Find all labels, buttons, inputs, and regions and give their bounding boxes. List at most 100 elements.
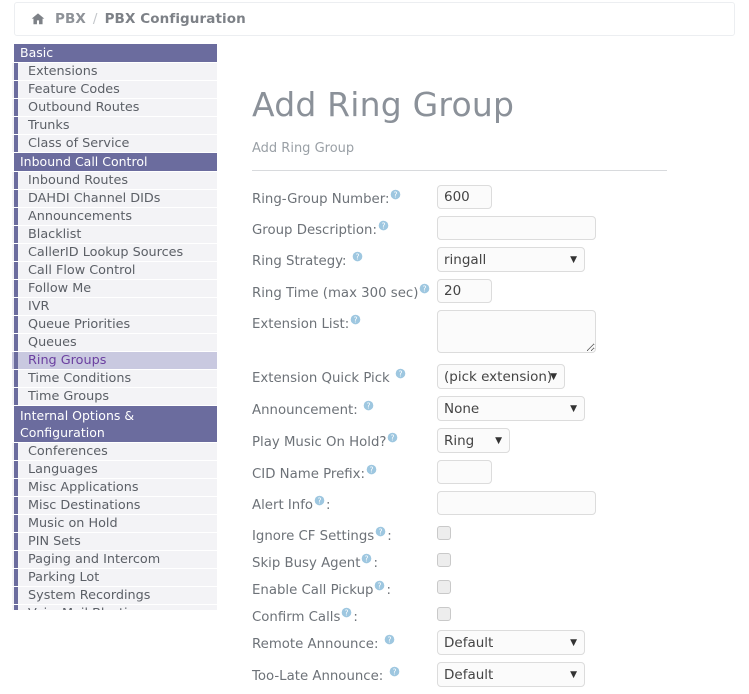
play-music-on-hold-select[interactable]: Ring [437, 428, 510, 453]
remote-announce-select[interactable]: Default [437, 630, 585, 655]
sidebar-item-misc-applications[interactable]: Misc Applications [12, 479, 217, 496]
help-circle-icon[interactable]: ? [341, 607, 352, 618]
help-circle-icon[interactable]: ? [378, 220, 389, 231]
sidebar-item-feature-codes[interactable]: Feature Codes [12, 81, 217, 98]
help-circle-icon[interactable]: ? [395, 368, 406, 379]
help-circle-icon[interactable]: ? [375, 526, 386, 537]
sidebar-item-class-of-service[interactable]: Class of Service [12, 135, 217, 152]
svg-text:?: ? [369, 465, 373, 474]
announcement-select[interactable]: None [437, 396, 585, 421]
sidebar-item-music-on-hold[interactable]: Music on Hold [12, 515, 217, 532]
control-announcement: None ▼ [437, 396, 732, 421]
help-circle-icon[interactable]: ? [384, 634, 395, 645]
sidebar-item-pin-sets[interactable]: PIN Sets [12, 533, 217, 550]
extension-quick-pick-select[interactable]: (pick extension) [437, 364, 565, 389]
label-text: Ring-Group Number: [252, 192, 390, 207]
label-suffix: : [387, 529, 392, 544]
label-enable-call-pickup: Enable Call Pickup?: [252, 576, 437, 598]
sidebar-item-system-recordings[interactable]: System Recordings [12, 587, 217, 604]
svg-text:?: ? [392, 667, 396, 676]
ring-time-input[interactable] [437, 279, 492, 303]
confirm-calls-checkbox[interactable] [437, 607, 451, 621]
help-circle-icon[interactable]: ? [366, 464, 377, 475]
sidebar-item-parking-lot[interactable]: Parking Lot [12, 569, 217, 586]
ring-strategy-select-wrap: ringall ▼ [437, 247, 585, 272]
page-title: Add Ring Group [252, 85, 515, 124]
sidebar-item-ring-groups[interactable]: Ring Groups [12, 352, 217, 369]
help-circle-icon[interactable]: ? [352, 251, 363, 262]
label-text: Confirm Calls [252, 610, 341, 625]
help-circle-icon[interactable]: ? [387, 432, 398, 443]
label-text: Extension List: [252, 317, 350, 332]
group-description-input[interactable] [437, 216, 596, 240]
sidebar-item-ivr[interactable]: IVR [12, 298, 217, 315]
field-row-alert-info: Alert Info?: [252, 491, 732, 515]
svg-text:?: ? [387, 635, 391, 644]
svg-text:?: ? [381, 221, 385, 230]
sidebar-item-call-flow-control[interactable]: Call Flow Control [12, 262, 217, 279]
label-text: Ignore CF Settings [252, 529, 375, 544]
extension-quick-pick-select-wrap: (pick extension) ▼ [437, 364, 565, 389]
sidebar-item-dahdi-channel-dids[interactable]: DAHDI Channel DIDs [12, 190, 217, 207]
sidebar-item-blacklist[interactable]: Blacklist [12, 226, 217, 243]
sidebar-item-conferences[interactable]: Conferences [12, 443, 217, 460]
sidebar-item-queue-priorities[interactable]: Queue Priorities [12, 316, 217, 333]
too-late-announce-select[interactable]: Default [437, 662, 585, 687]
svg-text:?: ? [366, 401, 370, 410]
cid-name-prefix-input[interactable] [437, 460, 492, 484]
sidebar-item-paging-and-intercom[interactable]: Paging and Intercom [12, 551, 217, 568]
label-text: Announcement: [252, 403, 358, 418]
label-remote-announce: Remote Announce: ? [252, 630, 437, 652]
ring-group-number-input[interactable] [437, 185, 492, 209]
extension-list-textarea[interactable] [437, 310, 596, 353]
help-circle-icon[interactable]: ? [419, 283, 430, 294]
control-alert-info [437, 491, 732, 515]
home-icon[interactable] [31, 12, 45, 26]
field-row-announcement: Announcement: ? None ▼ [252, 396, 732, 421]
sidebar-item-time-groups[interactable]: Time Groups [12, 388, 217, 405]
sidebar-item-announcements[interactable]: Announcements [12, 208, 217, 225]
label-announcement: Announcement: ? [252, 396, 437, 418]
ring-strategy-select[interactable]: ringall [437, 247, 585, 272]
field-row-confirm-calls: Confirm Calls?: [252, 603, 732, 625]
label-text: Skip Busy Agent [252, 556, 361, 571]
sidebar-item-queues[interactable]: Queues [12, 334, 217, 351]
help-circle-icon[interactable]: ? [314, 495, 325, 506]
help-circle-icon[interactable]: ? [350, 314, 361, 325]
label-ring-group-number: Ring-Group Number:? [252, 185, 437, 207]
sidebar-item-time-conditions[interactable]: Time Conditions [12, 370, 217, 387]
main-content: Add Ring Group Add Ring Group Ring-Group… [252, 60, 732, 694]
field-row-extension-quick-pick: Extension Quick Pick ? (pick extension) … [252, 364, 732, 389]
field-row-play-music-on-hold: Play Music On Hold?? Ring ▼ [252, 428, 732, 453]
sidebar-item-extensions[interactable]: Extensions [12, 63, 217, 80]
sidebar-item-inbound-routes[interactable]: Inbound Routes [12, 172, 217, 189]
breadcrumb-item-pbx-configuration[interactable]: PBX Configuration [105, 11, 246, 27]
alert-info-input[interactable] [437, 491, 596, 515]
sidebar-item-callerid-lookup-sources[interactable]: CallerID Lookup Sources [12, 244, 217, 261]
help-circle-icon[interactable]: ? [390, 189, 401, 200]
sidebar-item-trunks[interactable]: Trunks [12, 117, 217, 134]
help-circle-icon[interactable]: ? [363, 400, 374, 411]
breadcrumb-separator: / [92, 11, 98, 27]
help-circle-icon[interactable]: ? [389, 666, 400, 677]
svg-text:?: ? [391, 433, 395, 442]
sidebar-item-voicemail-blasting[interactable]: VoiceMail Blasting [12, 605, 217, 610]
label-suffix: : [326, 498, 331, 513]
sidebar-item-languages[interactable]: Languages [12, 461, 217, 478]
breadcrumb-item-pbx[interactable]: PBX [55, 11, 86, 27]
field-row-enable-call-pickup: Enable Call Pickup?: [252, 576, 732, 598]
help-circle-icon[interactable]: ? [374, 580, 385, 591]
enable-call-pickup-checkbox[interactable] [437, 580, 451, 594]
sidebar-section-internal-options-configuration: Internal Options & Configuration [12, 406, 217, 442]
label-suffix: : [353, 610, 358, 625]
label-play-music-on-hold: Play Music On Hold?? [252, 428, 437, 450]
ignore-cf-settings-checkbox[interactable] [437, 526, 451, 540]
sidebar-item-follow-me[interactable]: Follow Me [12, 280, 217, 297]
field-row-ignore-cf-settings: Ignore CF Settings?: [252, 522, 732, 544]
sidebar-item-outbound-routes[interactable]: Outbound Routes [12, 99, 217, 116]
control-ring-group-number [437, 185, 732, 209]
sidebar-item-misc-destinations[interactable]: Misc Destinations [12, 497, 217, 514]
help-circle-icon[interactable]: ? [361, 553, 372, 564]
label-suffix: : [373, 556, 378, 571]
skip-busy-agent-checkbox[interactable] [437, 553, 451, 567]
